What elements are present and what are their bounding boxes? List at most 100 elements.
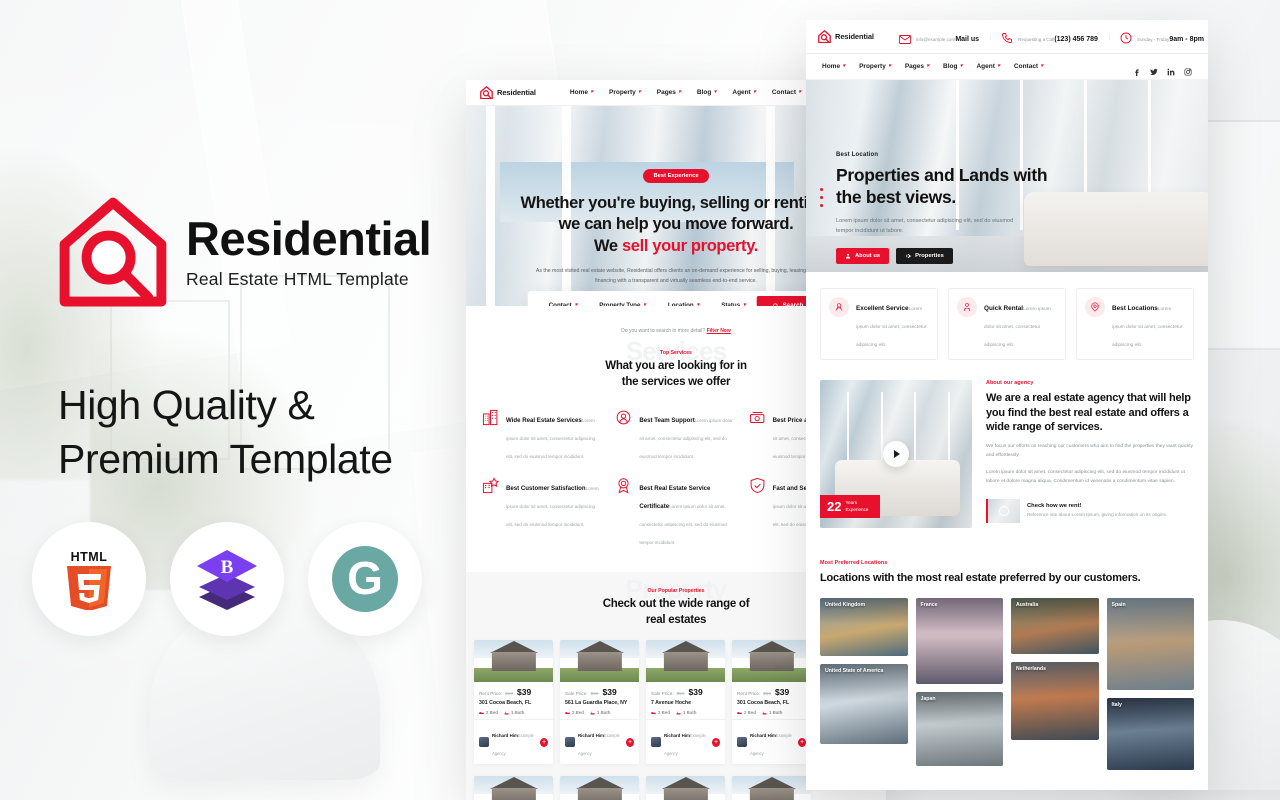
- search-field-contact[interactable]: Contact ▾: [538, 302, 589, 306]
- facebook-icon[interactable]: [1133, 63, 1141, 76]
- agent[interactable]: Richard HimExample Agency: [737, 724, 798, 760]
- certificate-icon: [615, 477, 632, 494]
- user-icon: [846, 253, 850, 259]
- property-meta: 2 Bed 1 Bath: [737, 710, 806, 715]
- add-icon[interactable]: +: [626, 737, 634, 747]
- template-preview-right[interactable]: Residential info@example.comMail us Requ…: [806, 20, 1208, 790]
- about-us-button[interactable]: About us: [836, 247, 890, 264]
- right-hero: Best Location Properties and Lands with …: [806, 80, 1208, 272]
- tagline-line-2: Premium Template: [58, 436, 393, 483]
- add-icon[interactable]: +: [540, 737, 548, 747]
- property-card[interactable]: Rent Price: $59 $39: [474, 776, 553, 800]
- right-logo[interactable]: Residential: [818, 30, 874, 44]
- property-image: [474, 640, 553, 683]
- price-row: Sale Price: $59 $39: [651, 687, 720, 697]
- feature-desc: Lorem ipsum dolor sit amet, consectetur …: [984, 307, 1051, 348]
- gear-icon: [906, 253, 911, 258]
- bath-icon: [504, 711, 509, 715]
- service-card[interactable]: Best Customer SatisfactionLorem ipsum do…: [476, 470, 609, 556]
- nav-item-agent[interactable]: Agent ▾: [732, 89, 755, 96]
- search-field-status[interactable]: Status ▾: [710, 302, 756, 306]
- instagram-icon[interactable]: [1184, 63, 1192, 75]
- mid-nav-links[interactable]: Home ▾ Property ▾ Pages ▾ Blog ▾ Agent ▾ Cont…: [570, 89, 846, 96]
- about-eyebrow: About our agency: [986, 380, 1034, 386]
- location-tile-spain[interactable]: Spain: [1106, 597, 1194, 690]
- locations-column: United Kingdom United State of America: [820, 597, 908, 770]
- nav-item-blog[interactable]: Blog ▾: [697, 89, 716, 96]
- location-tile-japan[interactable]: Japan: [915, 691, 1003, 766]
- right-topbar: Residential info@example.comMail us Requ…: [806, 20, 1208, 54]
- location-tile-united-state-of-america[interactable]: United State of America: [820, 663, 908, 744]
- house-search-logo-icon: [480, 86, 493, 100]
- location-tile-netherlands[interactable]: Netherlands: [1011, 661, 1099, 740]
- rent-thumbnail: [986, 498, 1020, 523]
- play-button[interactable]: [883, 441, 909, 467]
- nav-item-contact[interactable]: Contact ▾: [1014, 63, 1043, 70]
- topbar-mail[interactable]: info@example.comMail us: [888, 28, 990, 46]
- property-agent-row[interactable]: Richard HimExample Agency +: [646, 719, 725, 764]
- social-links[interactable]: [1133, 63, 1192, 76]
- property-card[interactable]: Sale Price: $59 $39 7 Avenue Hoche 2 Bed…: [646, 640, 725, 765]
- nav-item-property[interactable]: Property ▾: [609, 89, 641, 96]
- property-card[interactable]: Sale Price: $59 $39 561 La Guardia Place…: [560, 640, 639, 765]
- feature-desc: Lorem ipsum dolor sit amet, consectetur …: [856, 307, 927, 348]
- location-label: Netherlands: [1016, 665, 1046, 672]
- location-tile-australia[interactable]: Australia: [1011, 597, 1099, 654]
- property-card[interactable]: Rent Price: $59 $39: [732, 776, 811, 800]
- property-agent-row[interactable]: Richard HimExample Agency +: [474, 719, 553, 764]
- feature-card-quick-rental[interactable]: Quick RentalLorem ipsum dolor sit amet, …: [948, 288, 1066, 360]
- agent[interactable]: Richard HimExample Agency: [565, 724, 626, 760]
- feature-card-best-locations[interactable]: Best LocationsLorem ipsum dolor sit amet…: [1076, 288, 1194, 360]
- service-card[interactable]: Best Team SupportLorem ipsum dolor sit a…: [609, 402, 742, 470]
- right-logo-text: Residential: [835, 32, 874, 41]
- property-card[interactable]: Sale Price: $59 $39: [560, 776, 639, 800]
- nav-item-home[interactable]: Home ▾: [570, 89, 593, 96]
- nav-item-pages[interactable]: Pages ▾: [905, 63, 929, 70]
- twitter-icon[interactable]: [1150, 63, 1158, 75]
- mid-logo[interactable]: Residential: [480, 86, 536, 100]
- property-meta: 2 Bed 1 Bath: [651, 710, 720, 715]
- property-search-bar[interactable]: Contact ▾ Property Type ▾ Location ▾ Status…: [527, 291, 825, 306]
- hero-heading: Properties and Lands with the best views…: [836, 165, 1048, 208]
- agent[interactable]: Richard HimExample Agency: [651, 724, 712, 760]
- add-icon[interactable]: +: [798, 737, 806, 747]
- property-image: [560, 776, 639, 800]
- nav-item-blog[interactable]: Blog ▾: [943, 63, 962, 70]
- price-label: Sale Price:: [565, 691, 588, 697]
- properties-button[interactable]: Properties: [896, 247, 953, 264]
- nav-item-pages[interactable]: Pages ▾: [657, 89, 681, 96]
- nav-item-property[interactable]: Property ▾: [859, 63, 891, 70]
- mid-logo-text: Residential: [497, 88, 536, 97]
- search-field-property-type[interactable]: Property Type ▾: [588, 302, 657, 306]
- property-card[interactable]: Rent Price: $59 $39 301 Cocoa Beach, FL …: [732, 640, 811, 765]
- add-icon[interactable]: +: [712, 737, 720, 747]
- avatar: [651, 737, 661, 748]
- hero-slider-dots[interactable]: [820, 188, 823, 207]
- nav-item-home[interactable]: Home ▾: [822, 63, 845, 70]
- service-card[interactable]: Wide Real Estate ServicesLorem ipsum dol…: [476, 402, 609, 470]
- bath-count: 1 Bath: [590, 710, 610, 715]
- search-field-location[interactable]: Location ▾: [657, 302, 710, 306]
- property-card[interactable]: Rent Price: $59 $39 301 Cocoa Beach, FL …: [474, 640, 553, 765]
- property-agent-row[interactable]: Richard HimExample Agency +: [560, 719, 639, 764]
- topbar-hours[interactable]: Sunday - Friday9am - 8pm: [1108, 28, 1208, 46]
- location-tile-italy[interactable]: Italy: [1106, 697, 1194, 770]
- feature-card-excellent-service[interactable]: Excellent ServiceLorem ipsum dolor sit a…: [820, 288, 938, 360]
- brand-title: Residential: [186, 211, 432, 265]
- service-card[interactable]: Best Real Estate Service CertificateLore…: [609, 470, 742, 556]
- hero-paragraph: Lorem ipsum dolor sit amet, consectetur …: [836, 218, 1014, 234]
- location-label: France: [920, 601, 938, 608]
- property-card[interactable]: Sale Price: $59 $39: [646, 776, 725, 800]
- service-desc: Lorem ipsum dolor sit amet, consectetur …: [506, 418, 596, 460]
- location-tile-united-kingdom[interactable]: United Kingdom: [820, 597, 908, 656]
- rent-promo[interactable]: Check how we rent! Reference site about L…: [986, 498, 1194, 523]
- nav-item-contact[interactable]: Contact ▾: [772, 89, 801, 96]
- right-nav-links[interactable]: Home ▾ Property ▾ Pages ▾ Blog ▾ Agent ▾ Cont…: [822, 63, 1043, 70]
- linkedin-icon[interactable]: [1167, 63, 1175, 75]
- right-navbar[interactable]: Home ▾ Property ▾ Pages ▾ Blog ▾ Agent ▾ Cont…: [806, 54, 1208, 80]
- nav-item-agent[interactable]: Agent ▾: [976, 63, 999, 70]
- topbar-phone[interactable]: Requesting a Call(123) 456 789: [990, 28, 1109, 46]
- agent[interactable]: Richard HimExample Agency: [479, 724, 540, 760]
- location-tile-france[interactable]: France: [915, 597, 1003, 684]
- property-agent-row[interactable]: Richard HimExample Agency +: [732, 719, 811, 764]
